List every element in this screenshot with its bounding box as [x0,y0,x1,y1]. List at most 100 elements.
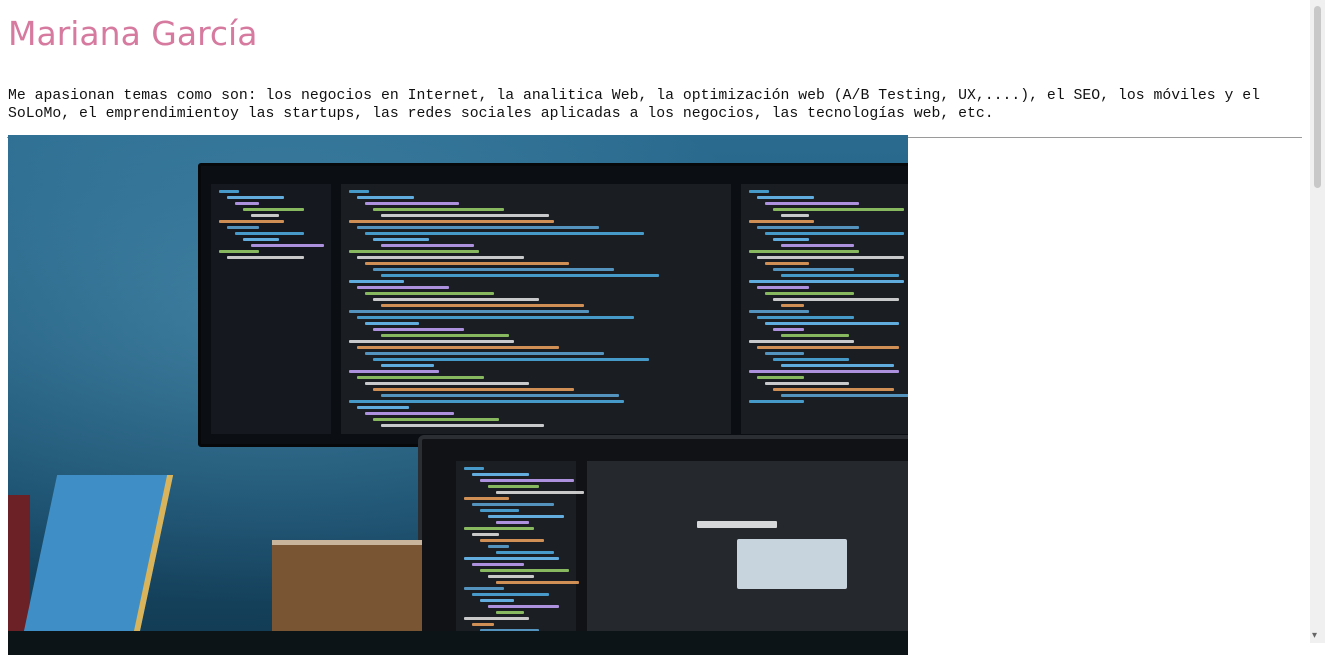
photo-code-line [765,322,899,325]
photo-code-line [373,298,539,301]
photo-code-line [781,334,849,337]
profile-photo [8,135,908,655]
photo-code-line [381,364,434,367]
photo-code-line [472,473,529,476]
photo-code-line [496,551,554,554]
photo-code-line [773,238,809,241]
page-scrollbar[interactable]: ▾ [1310,0,1325,643]
photo-code-line [472,563,524,566]
photo-code-line [496,611,524,614]
photo-code-line [349,370,439,373]
photo-code-line [749,220,814,223]
photo-code-line [480,599,514,602]
photo-code-line [464,497,509,500]
photo-code-line [365,322,419,325]
photo-code-line [765,292,854,295]
photo-code-line [381,424,544,427]
photo-code-line [757,316,854,319]
photo-code-line [373,238,429,241]
photo-code-line [373,208,504,211]
photo-code-line [496,521,529,524]
photo-code-line [757,256,904,259]
photo-laptop-sidebar [456,461,584,655]
photo-code-line [488,605,559,608]
photo-code-line [749,370,899,373]
photo-code-line [381,394,619,397]
photo-code-line [365,352,604,355]
photo-code-line [765,262,809,265]
photo-code-line [349,280,404,283]
photo-code-line [357,376,484,379]
photo-code-line [749,250,859,253]
photo-code-line [472,533,499,536]
photo-code-line [773,388,894,391]
photo-code-line [781,274,899,277]
photo-code-line [219,220,284,223]
photo-code-line [251,244,324,247]
photo-code-line [381,334,509,337]
photo-code-line [781,244,854,247]
photo-code-line [480,479,574,482]
photo-code-line [349,310,589,313]
photo-code-line [496,491,584,494]
photo-code-line [749,190,769,193]
photo-code-line [765,202,859,205]
photo-code-line [373,388,574,391]
photo-monitor-sidebar [211,184,331,434]
photo-code-line [781,304,804,307]
photo-code-line [349,220,554,223]
photo-code-line [227,226,259,229]
photo-code-line [235,232,304,235]
photo-code-line [781,394,908,397]
photo-code-line [749,310,809,313]
photo-code-line [464,467,484,470]
scrollbar-thumb[interactable] [1314,6,1321,188]
photo-code-line [251,214,279,217]
photo-code-line [227,196,284,199]
photo-code-line [365,292,494,295]
photo-code-line [781,364,894,367]
photo-code-line [357,286,449,289]
photo-code-line [765,232,904,235]
photo-code-line [757,346,899,349]
photo-code-line [472,503,554,506]
photo-laptop [418,435,908,655]
photo-code-line [464,587,504,590]
photo-code-line [243,238,279,241]
photo-code-line [781,214,809,217]
photo-code-line [472,623,494,626]
photo-code-line [365,202,459,205]
photo-code-line [757,226,859,229]
photo-laptop-document [587,461,908,655]
photo-code-line [773,358,849,361]
photo-monitor-editor [341,184,731,434]
photo-code-line [349,340,514,343]
photo-code-line [349,250,479,253]
photo-code-line [773,268,854,271]
photo-monitor-editor-secondary [741,184,908,434]
photo-code-line [480,569,569,572]
scroll-down-arrow-icon[interactable]: ▾ [1312,630,1317,641]
photo-shelf [272,545,422,635]
profile-bio: Me apasionan temas como son: los negocio… [8,88,1261,122]
photo-code-line [381,214,549,217]
photo-code-line [381,274,659,277]
photo-code-line [365,412,454,415]
photo-book-blue [18,475,174,655]
photo-code-line [773,208,904,211]
photo-books [8,465,198,655]
photo-code-line [757,376,804,379]
photo-code-line [219,250,259,253]
photo-code-line [235,202,259,205]
photo-code-line [365,262,569,265]
photo-code-line [464,617,529,620]
photo-code-line [488,575,534,578]
photo-laptop-doc-heading [697,521,777,528]
photo-code-line [373,418,499,421]
photo-code-line [765,352,804,355]
photo-code-line [357,226,599,229]
photo-code-line [349,400,624,403]
photo-code-line [749,400,804,403]
photo-code-line [357,406,409,409]
photo-desk [8,631,908,655]
